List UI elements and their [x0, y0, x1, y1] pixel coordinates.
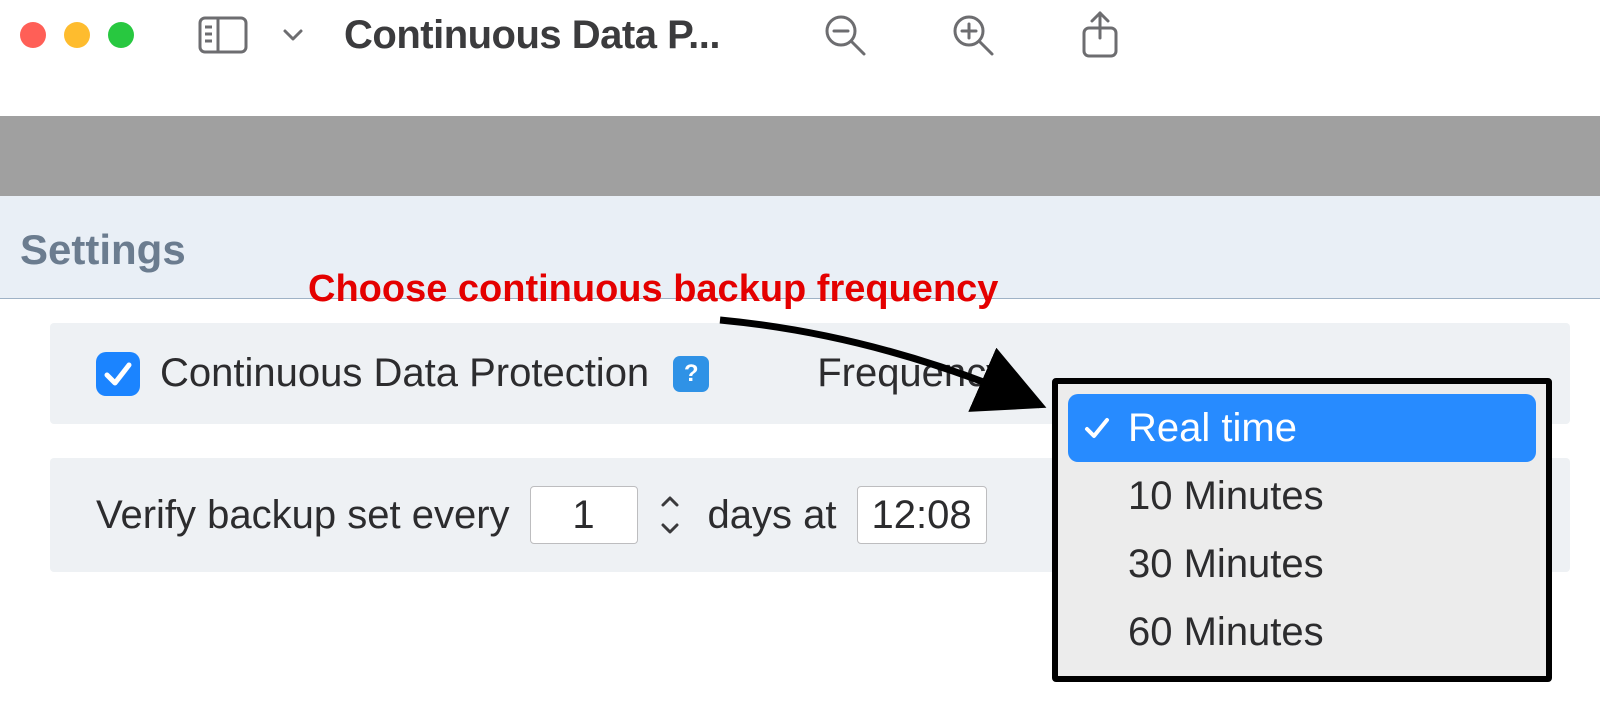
frequency-dropdown: Real time 10 Minutes 30 Minutes 60 Minut… — [1052, 378, 1552, 682]
sidebar-icon[interactable] — [198, 16, 248, 54]
chevron-down-icon[interactable] — [282, 24, 304, 46]
frequency-option-label: Real time — [1128, 406, 1297, 450]
share-icon[interactable] — [1078, 10, 1122, 60]
frequency-option-10-minutes[interactable]: 10 Minutes — [1068, 462, 1536, 530]
cdp-label: Continuous Data Protection — [160, 351, 649, 396]
stepper-down-button[interactable] — [652, 516, 688, 542]
zoom-window-button[interactable] — [108, 22, 134, 48]
verify-prefix: Verify backup set every — [96, 493, 510, 538]
cdp-checkbox[interactable] — [96, 352, 140, 396]
zoom-in-icon[interactable] — [950, 12, 996, 58]
frequency-option-label: 60 Minutes — [1128, 610, 1324, 654]
verify-time-input[interactable]: 12:08 — [857, 486, 987, 544]
frequency-option-real-time[interactable]: Real time — [1068, 394, 1536, 462]
window-titlebar: Continuous Data P... — [0, 0, 1600, 70]
frequency-option-label: 30 Minutes — [1128, 542, 1324, 586]
stepper-up-button[interactable] — [652, 488, 688, 514]
checkmark-icon — [1084, 415, 1110, 441]
settings-title: Settings — [20, 226, 1600, 274]
verify-mid: days at — [708, 493, 837, 538]
zoom-out-icon[interactable] — [822, 12, 868, 58]
frequency-option-label: 10 Minutes — [1128, 474, 1324, 518]
verify-days-input[interactable]: 1 — [530, 486, 638, 544]
close-window-button[interactable] — [20, 22, 46, 48]
minimize-window-button[interactable] — [64, 22, 90, 48]
window-controls — [20, 22, 134, 48]
days-stepper — [652, 486, 688, 544]
toolbar-strip — [0, 116, 1600, 196]
window-title: Continuous Data P... — [344, 13, 720, 58]
frequency-label: Frequency — [817, 351, 1006, 396]
help-icon[interactable]: ? — [673, 356, 709, 392]
frequency-option-60-minutes[interactable]: 60 Minutes — [1068, 598, 1536, 666]
frequency-option-30-minutes[interactable]: 30 Minutes — [1068, 530, 1536, 598]
